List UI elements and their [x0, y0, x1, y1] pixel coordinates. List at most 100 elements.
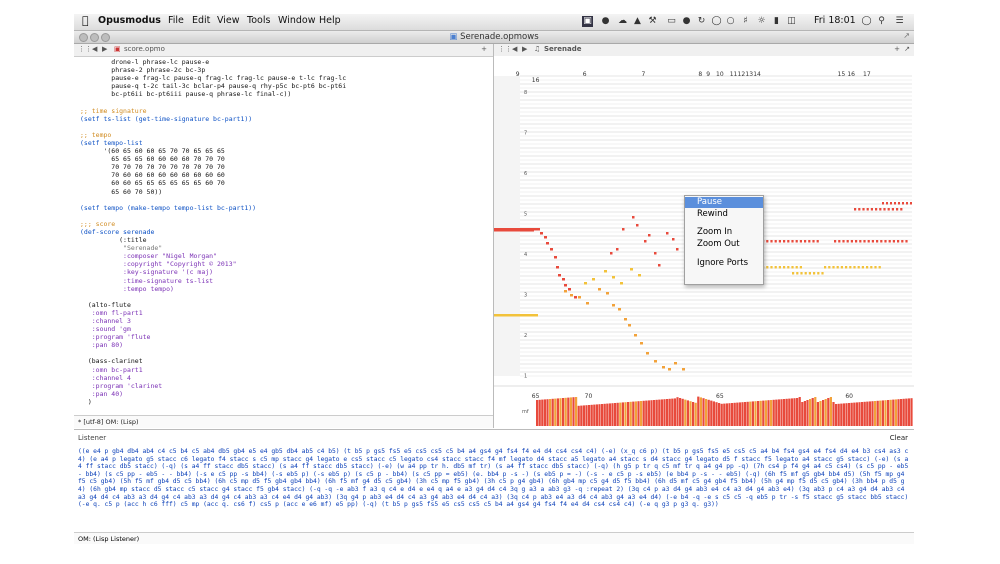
note [574, 296, 577, 299]
note [622, 228, 625, 231]
note [855, 240, 858, 243]
display-icon[interactable]: ▭ [666, 16, 677, 27]
cloud-icon[interactable]: ☁ [617, 16, 628, 27]
note [610, 252, 613, 255]
note [845, 266, 848, 269]
velocity-bar [731, 403, 734, 426]
note [598, 288, 601, 291]
bluetooth-icon[interactable]: ▮ [771, 16, 782, 27]
user-icon[interactable]: ◯ [861, 16, 872, 27]
code-editor[interactable]: drone-l phrase-lc pause-e phrase-2 phras… [80, 58, 489, 414]
menu-app-name[interactable]: Opusmodus [98, 15, 161, 26]
code-line: (alto-flute [80, 300, 131, 309]
code-line: "Serenade" [80, 244, 163, 253]
code-line: '(60 65 60 60 65 70 70 65 65 65 [80, 147, 225, 156]
expand-icon[interactable]: ↗ [904, 45, 910, 53]
wrench-icon[interactable]: ⚒ [647, 16, 658, 27]
battery-icon[interactable]: ◫ [786, 16, 797, 27]
note [624, 318, 627, 321]
menu-window[interactable]: Window [278, 15, 315, 26]
bar-number: 11 [730, 71, 738, 78]
split-icon[interactable]: + [481, 45, 487, 53]
time-machine-icon[interactable]: ↻ [696, 16, 707, 27]
menu-item-pause[interactable]: Pause [697, 197, 722, 207]
note [808, 272, 811, 275]
clear-button[interactable]: Clear [890, 434, 908, 442]
grip-icon[interactable]: ⋮⋮ [78, 45, 92, 53]
menu-item-zoom-out[interactable]: Zoom Out [697, 239, 740, 249]
note [658, 264, 661, 267]
velocity-bar [588, 405, 591, 426]
octave-label: 7 [524, 131, 527, 137]
wifi-icon[interactable]: ☼ [756, 16, 767, 27]
notification-center-icon[interactable]: ☰ [894, 16, 905, 27]
code-line: pause-e frag-lc pause-q frag-lc frag-lc … [80, 74, 347, 83]
window-title: ▣ Serenade.opmows [74, 31, 914, 43]
note [592, 278, 595, 281]
velocity-bar [614, 403, 617, 426]
note [894, 202, 896, 205]
note [832, 266, 835, 269]
velocity-bar [884, 400, 887, 426]
velocity-bar [634, 401, 637, 426]
menu-item-rewind[interactable]: Rewind [697, 209, 728, 219]
forward-arrow-icon[interactable]: ▶ [102, 45, 107, 53]
velocity-bar [632, 401, 635, 426]
note [791, 240, 794, 243]
menu-item-ignore-ports[interactable]: Ignore Ports [697, 258, 748, 268]
forward-arrow-icon[interactable]: ▶ [522, 45, 527, 53]
keyboard-strip [494, 76, 520, 376]
grip-icon[interactable]: ⋮⋮ [498, 45, 512, 53]
back-arrow-icon[interactable]: ◀ [512, 45, 517, 53]
note [666, 232, 669, 235]
back-arrow-icon[interactable]: ◀ [92, 45, 97, 53]
glasses-icon[interactable]: ● [600, 16, 611, 27]
velocity-bar [705, 399, 708, 426]
note [910, 202, 912, 205]
bar-number: 13 [745, 71, 753, 78]
velocity-bar [801, 402, 804, 426]
app-status-icon[interactable]: ▣ [582, 16, 593, 27]
menu-file[interactable]: File [168, 15, 184, 26]
fullscreen-icon[interactable]: ↗ [903, 31, 910, 40]
volume-icon[interactable]: ♯ [740, 16, 751, 27]
velocity-bar [853, 402, 856, 426]
roll-tab-title[interactable]: Serenade [544, 45, 581, 53]
note [640, 342, 643, 345]
lock-icon[interactable]: ● [681, 16, 692, 27]
menu-help[interactable]: Help [319, 15, 341, 26]
note [859, 240, 862, 243]
menu-view[interactable]: View [217, 15, 240, 26]
velocity-bar [746, 401, 749, 426]
sync-icon[interactable]: ◯ [711, 16, 722, 27]
clock[interactable]: Fri 18:01 [814, 15, 856, 26]
editor-tab-title[interactable]: score.opmo [124, 45, 165, 53]
spotlight-icon[interactable]: ⚲ [876, 16, 887, 27]
bar-number: 16 [847, 71, 855, 78]
velocity-bar [611, 403, 614, 426]
menu-tools[interactable]: Tools [247, 15, 270, 26]
velocity-bar [679, 398, 682, 426]
code-line: :omn bc-part1 [80, 365, 143, 374]
listener-output[interactable]: ((e e4 p gb4 db4 ab4 c4 c5 b4 c5 ab4 db5… [78, 448, 910, 526]
velocity-bar [772, 399, 775, 426]
document-icon: ▣ [449, 32, 458, 42]
apple-icon[interactable]:  [82, 14, 89, 27]
velocity-bar [829, 397, 832, 426]
window-title-bar: ▣ Serenade.opmows ↗ [74, 31, 914, 44]
tempo-label: 70 [585, 393, 593, 400]
code-line: 65 65 65 60 60 60 60 70 70 70 [80, 155, 225, 164]
velocity-bar [699, 397, 702, 426]
drive-icon[interactable]: ▲ [632, 16, 643, 27]
add-icon[interactable]: + [894, 45, 900, 53]
velocity-bar [822, 400, 825, 426]
chat-icon[interactable]: ○ [725, 16, 736, 27]
note [850, 240, 853, 243]
velocity-bar [673, 398, 676, 426]
menu-item-zoom-in[interactable]: Zoom In [697, 227, 732, 237]
velocity-bar [819, 401, 822, 426]
menu-edit[interactable]: Edit [192, 15, 210, 26]
note [676, 248, 679, 251]
velocity-bar [770, 400, 773, 426]
